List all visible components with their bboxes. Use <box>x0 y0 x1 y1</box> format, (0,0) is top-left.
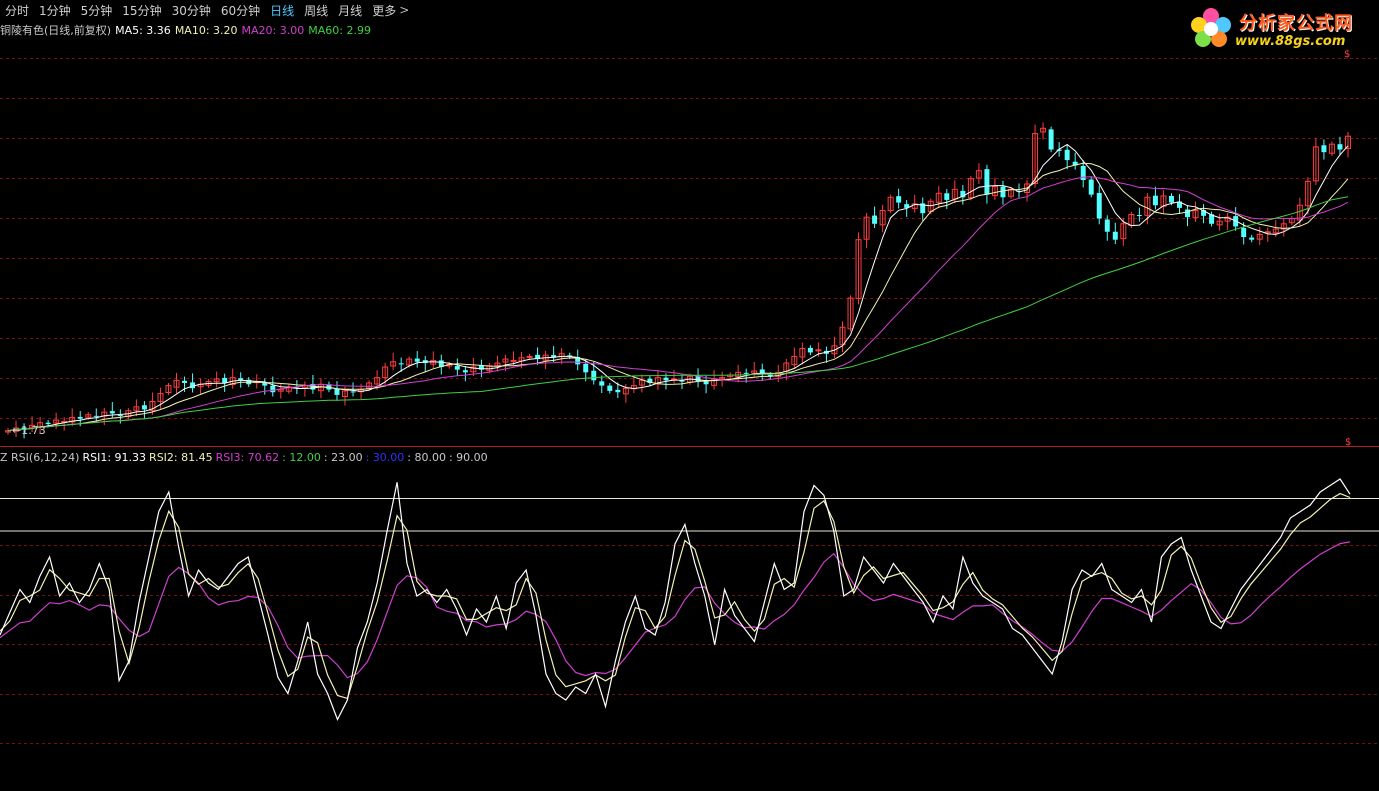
candle-body <box>45 422 51 425</box>
candle-body <box>1048 129 1054 150</box>
candle-body <box>1337 144 1343 150</box>
candle-body <box>807 347 813 353</box>
candle-body <box>77 416 83 419</box>
candle-body <box>182 380 188 383</box>
candle-body <box>1104 219 1110 232</box>
candle-body <box>510 359 517 362</box>
candle-body <box>222 377 228 383</box>
candle-body <box>944 193 950 200</box>
candle-body <box>1112 231 1118 240</box>
candle-body <box>350 391 356 393</box>
candle-body <box>607 385 613 391</box>
candle-body <box>1136 215 1142 217</box>
candle-body <box>1000 186 1006 198</box>
candle-body <box>262 382 268 386</box>
candle-body <box>462 370 468 373</box>
candle-body <box>93 415 99 417</box>
candle-body <box>1321 145 1327 153</box>
candle-body <box>984 169 990 195</box>
candle-body <box>1185 209 1190 218</box>
candle-body <box>1152 195 1158 206</box>
candle-body <box>1096 193 1102 219</box>
candle-body <box>663 377 669 381</box>
rsi1-line <box>0 478 1351 721</box>
candle-body <box>615 389 621 393</box>
candle-body <box>1088 179 1094 195</box>
price-and-rsi-chart <box>0 58 1379 744</box>
candle-body <box>1249 237 1255 240</box>
candle-body <box>1064 149 1070 161</box>
candle-body <box>591 370 597 381</box>
candle-body <box>743 372 749 374</box>
candle-body <box>414 358 420 362</box>
ma60-line <box>7 196 1349 432</box>
candle-body <box>583 363 589 373</box>
candle-body <box>398 363 404 365</box>
candle-body <box>117 415 123 417</box>
candle-body <box>270 385 276 393</box>
candle-body <box>872 215 878 224</box>
divider-dollar-marker: $ <box>1345 437 1352 448</box>
low-price-marker: ←1.73 <box>12 424 46 437</box>
candle-body <box>526 355 533 358</box>
candle-body <box>454 365 460 370</box>
top-dollar-marker: $ <box>1344 49 1351 60</box>
candle-body <box>1168 195 1174 203</box>
candle-body <box>1241 228 1247 238</box>
candle-body <box>896 196 902 203</box>
candle-body <box>109 411 115 414</box>
candle-body <box>141 405 147 410</box>
candle-body <box>599 381 605 386</box>
